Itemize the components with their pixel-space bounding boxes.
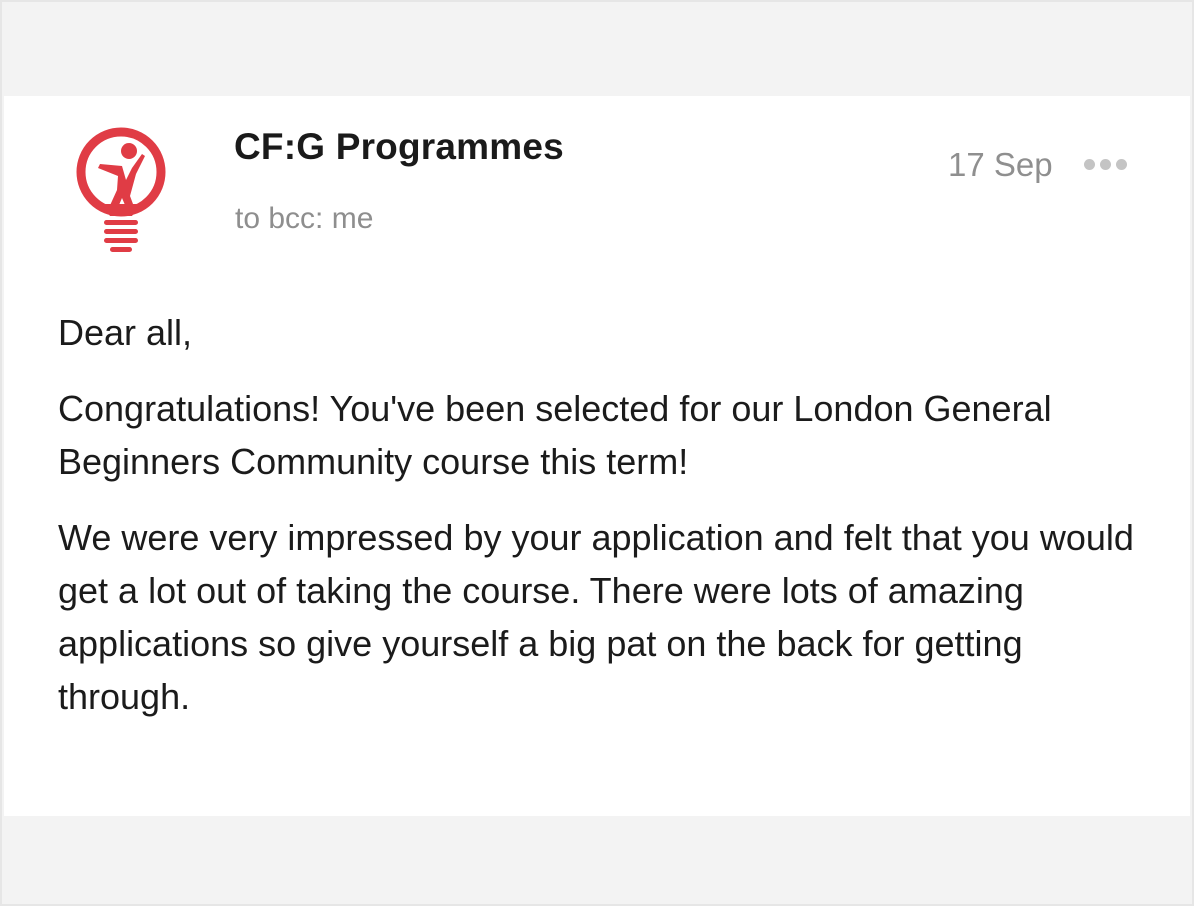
email-body: Dear all, Congratulations! You've been s… (58, 306, 1138, 746)
body-paragraph: We were very impressed by your applicati… (58, 517, 1134, 717)
email-screenshot-frame: CF:G Programmes to bcc: me 17 Sep Dear a… (0, 0, 1194, 906)
sender-name[interactable]: CF:G Programmes (234, 126, 564, 168)
more-options-button[interactable] (1084, 154, 1127, 174)
more-horizontal-icon (1116, 158, 1127, 170)
greeting-paragraph: Dear all, (58, 312, 193, 353)
more-horizontal-icon (1100, 158, 1111, 170)
body-paragraph: Congratulations! You've been selected fo… (58, 388, 1052, 482)
email-message-card: CF:G Programmes to bcc: me 17 Sep Dear a… (4, 96, 1190, 816)
email-date: 17 Sep (948, 146, 1053, 183)
lightbulb-person-logo-icon (76, 127, 166, 252)
more-horizontal-icon (1084, 158, 1095, 170)
recipients-line[interactable]: to bcc: me (235, 202, 373, 236)
sender-avatar[interactable] (66, 120, 176, 260)
